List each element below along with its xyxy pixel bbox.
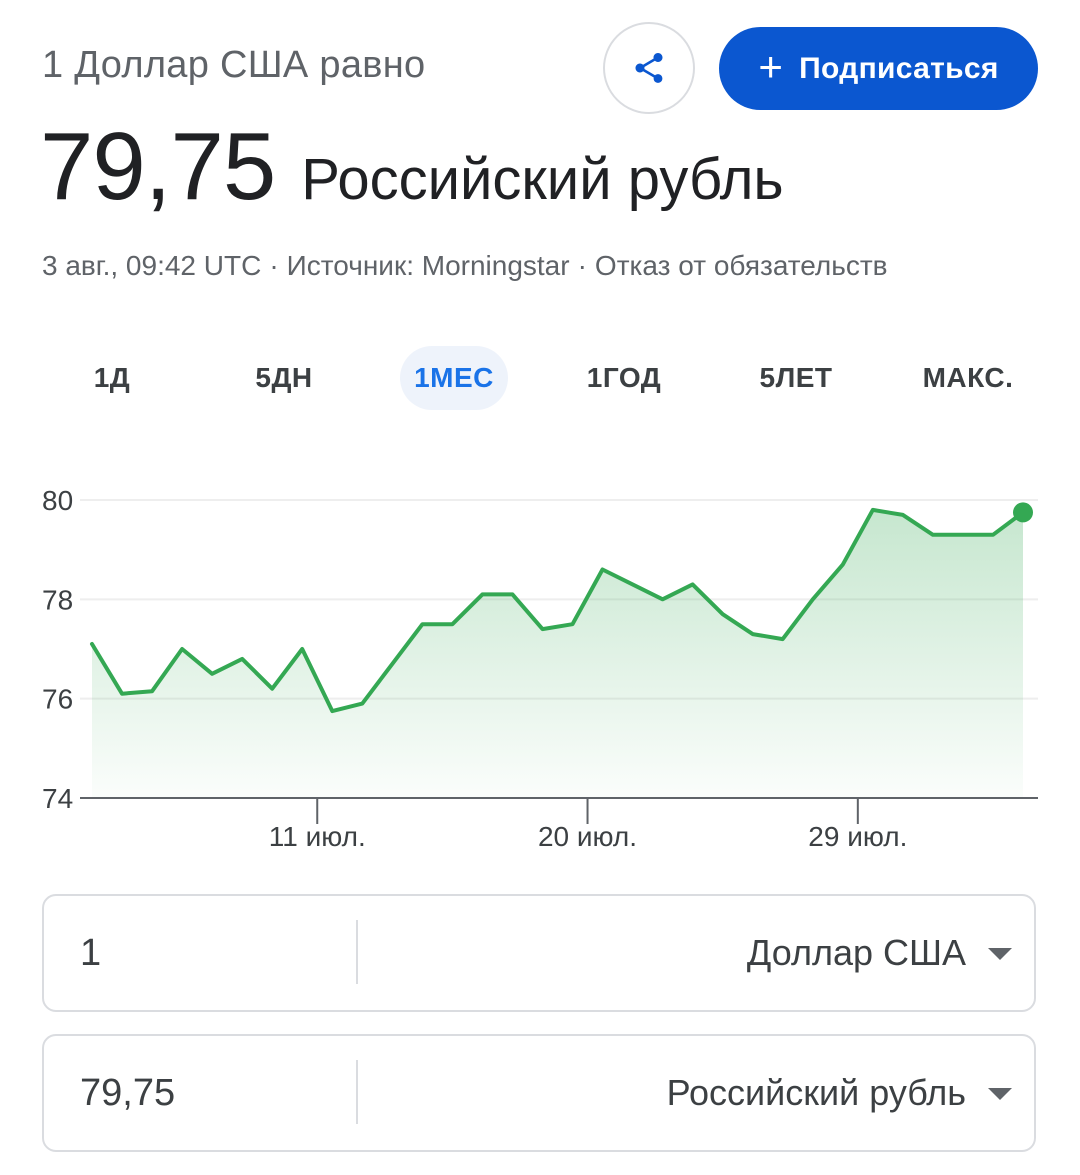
data-point — [450, 622, 454, 626]
data-point — [330, 709, 334, 713]
data-point — [631, 582, 635, 586]
data-point — [961, 533, 965, 537]
to-currency-field: 79,75 Российский рубль — [42, 1034, 1036, 1152]
plus-icon: + — [758, 42, 784, 90]
data-point — [841, 563, 845, 567]
data-point — [601, 568, 605, 572]
data-point — [571, 622, 575, 626]
y-tick-label: 78 — [42, 584, 73, 615]
rate-timestamp: 3 авг., 09:42 UTC — [42, 250, 262, 281]
y-tick-label: 76 — [42, 684, 73, 715]
y-tick-label: 80 — [42, 485, 73, 516]
data-point — [120, 692, 124, 696]
data-point — [541, 627, 545, 631]
data-point — [871, 508, 875, 512]
x-tick-label: 20 июл. — [538, 821, 637, 852]
from-currency-select[interactable]: Доллар США — [747, 896, 966, 1010]
data-point — [240, 657, 244, 661]
data-point — [180, 647, 184, 651]
data-point — [300, 647, 304, 651]
chevron-down-icon[interactable] — [988, 1088, 1012, 1100]
share-button[interactable] — [603, 22, 695, 114]
x-tick-label: 29 июл. — [808, 821, 907, 852]
data-point — [811, 597, 815, 601]
tab-1d[interactable]: 1Д — [52, 346, 172, 410]
current-value-dot — [1013, 502, 1033, 523]
subscribe-label: Подписаться — [799, 51, 999, 85]
tab-1m[interactable]: 1МЕС — [400, 346, 508, 410]
chevron-down-icon[interactable] — [988, 948, 1012, 960]
tab-max[interactable]: МАКС. — [898, 346, 1038, 410]
data-point — [150, 689, 154, 693]
exchange-rate: 79,75 Российский рубль — [40, 112, 784, 222]
data-point — [90, 642, 94, 646]
data-point — [691, 582, 695, 586]
data-point — [270, 687, 274, 691]
field-divider — [356, 920, 358, 984]
chart-area — [92, 509, 1023, 798]
data-point — [721, 612, 725, 616]
time-range-tabs: 1Д 5ДН 1МЕС 1ГОД 5ЛЕТ МАКС. — [28, 346, 1052, 410]
data-point — [480, 592, 484, 596]
data-point — [991, 533, 995, 537]
data-point — [360, 702, 364, 706]
from-currency-field: 1 Доллар США — [42, 894, 1036, 1012]
data-point — [931, 533, 935, 537]
to-currency-select[interactable]: Российский рубль — [667, 1036, 966, 1150]
tab-1y[interactable]: 1ГОД — [564, 346, 684, 410]
data-point — [210, 672, 214, 676]
converter-subtitle: 1 Доллар США равно — [42, 44, 426, 86]
rate-chart[interactable]: 80 78 76 74 11 июл. 20 июл. 29 июл. — [0, 440, 1080, 860]
disclaimer-link[interactable]: Отказ от обязательств — [595, 250, 888, 281]
data-point — [390, 662, 394, 666]
data-point — [751, 632, 755, 636]
rate-currency: Российский рубль — [301, 147, 784, 212]
rate-meta: 3 авг., 09:42 UTC · Источник: Morningstar ·… — [42, 250, 888, 281]
x-tick-label: 11 июл. — [269, 821, 366, 852]
rate-value: 79,75 — [40, 113, 276, 220]
data-point — [511, 592, 515, 596]
tab-5d[interactable]: 5ДН — [224, 346, 344, 410]
source-link[interactable]: Источник: Morningstar — [287, 250, 570, 281]
data-point — [661, 597, 665, 601]
tab-5y[interactable]: 5ЛЕТ — [736, 346, 856, 410]
data-point — [420, 622, 424, 626]
data-point — [901, 513, 905, 517]
share-icon — [635, 53, 663, 83]
data-point — [781, 637, 785, 641]
subscribe-button[interactable]: + Подписаться — [719, 27, 1038, 110]
from-amount-input[interactable]: 1 — [80, 896, 101, 1010]
to-amount-input[interactable]: 79,75 — [80, 1036, 175, 1150]
field-divider — [356, 1060, 358, 1124]
y-tick-label: 74 — [42, 783, 73, 814]
